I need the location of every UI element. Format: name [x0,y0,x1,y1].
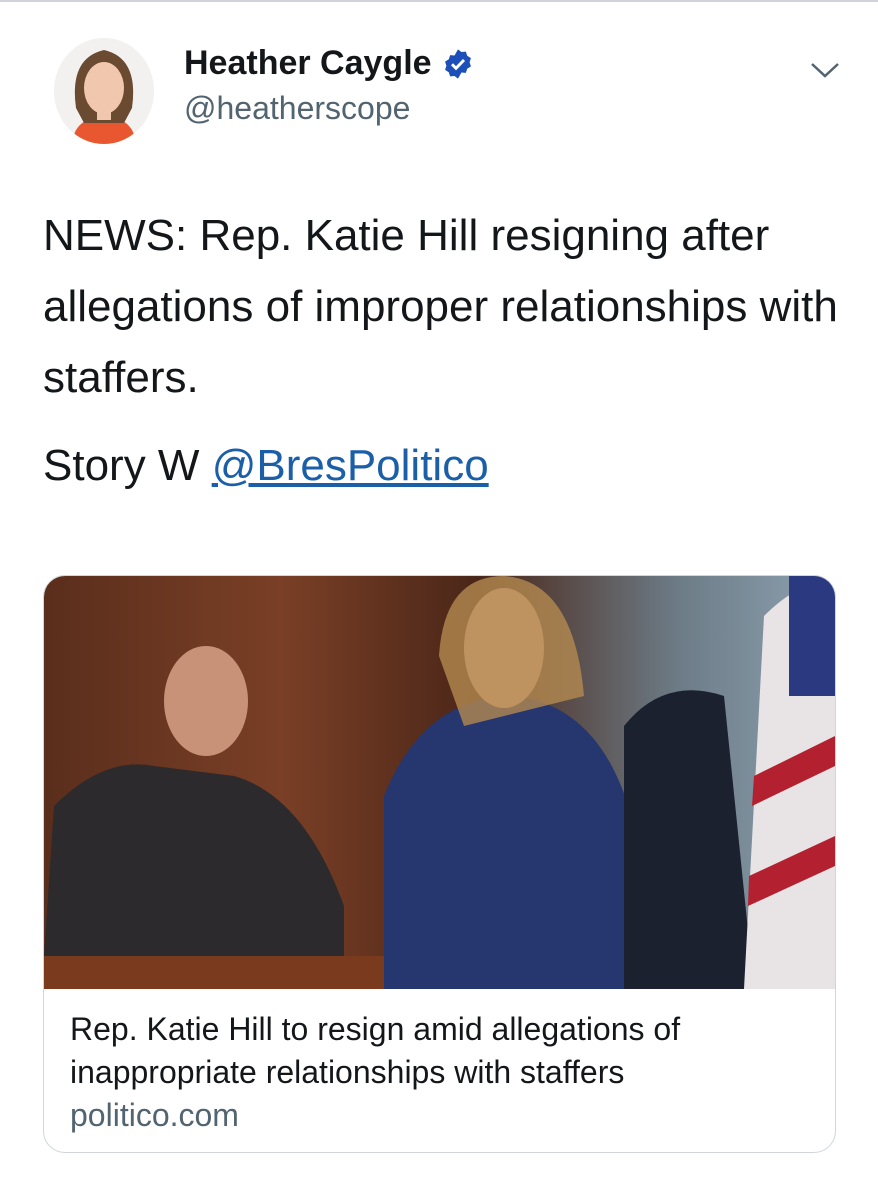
link-card[interactable]: Rep. Katie Hill to resign amid allegatio… [43,575,836,1153]
avatar[interactable] [54,38,154,144]
chevron-down-icon[interactable] [808,58,842,82]
divider [0,0,878,2]
tweet-text: NEWS: Rep. Katie Hill resigning after al… [43,211,838,402]
verified-badge-icon [444,48,471,79]
card-image [44,576,835,989]
author-name[interactable]: Heather Caygle [184,44,474,83]
tweet-story-line: Story W @BresPolitico [43,441,489,490]
mention-link[interactable]: @BresPolitico [212,441,489,490]
card-title: Rep. Katie Hill to resign amid allegatio… [70,1011,681,1090]
author-handle[interactable]: @heatherscope [184,90,410,127]
card-domain: politico.com [70,1097,239,1133]
